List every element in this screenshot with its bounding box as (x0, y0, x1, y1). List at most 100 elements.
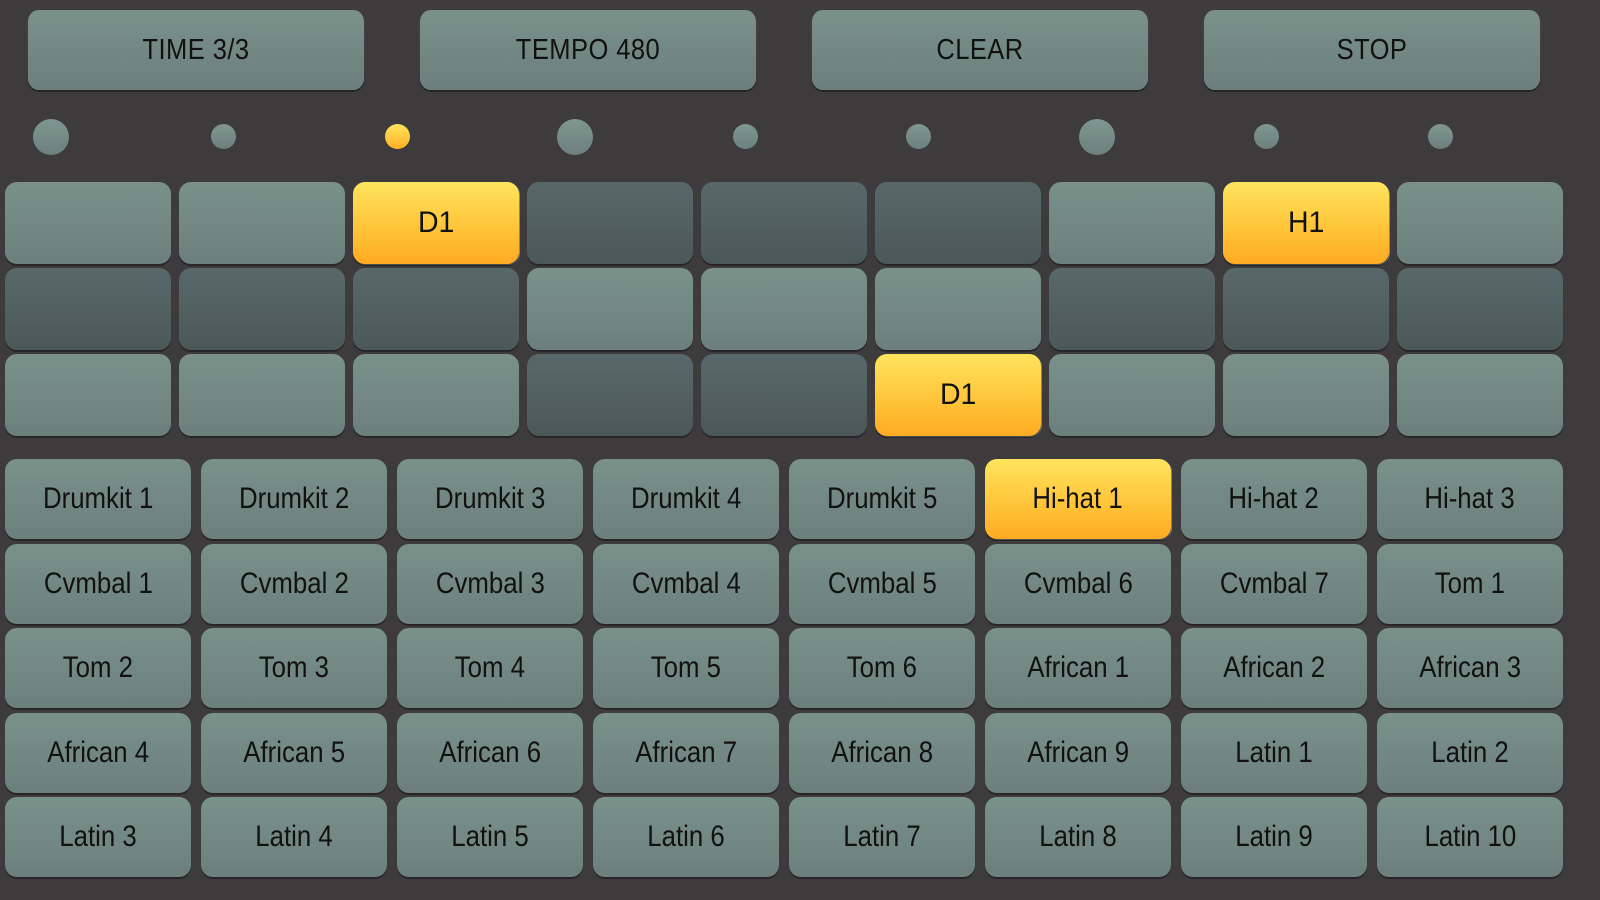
step-pad-label: D1 (417, 206, 455, 239)
instrument-label: Tom 3 (258, 651, 330, 684)
time-signature-button[interactable]: TIME 3/3 (27, 10, 365, 90)
instrument-button[interactable]: Hi-hat 2 (1181, 459, 1367, 539)
step-pad[interactable] (1049, 354, 1215, 436)
instrument-button[interactable]: Latin 3 (5, 797, 191, 877)
instrument-button[interactable]: African 2 (1181, 628, 1367, 708)
step-pad[interactable] (1049, 268, 1215, 350)
step-pad[interactable] (353, 268, 519, 350)
step-pad[interactable] (353, 354, 519, 436)
instrument-label: Latin 10 (1424, 820, 1516, 853)
instrument-button[interactable]: African 7 (593, 713, 779, 793)
instrument-button[interactable]: Latin 2 (1377, 713, 1563, 793)
instrument-button[interactable]: Latin 1 (1181, 713, 1367, 793)
instrument-label: Latin 6 (647, 820, 725, 853)
instrument-button[interactable]: Drumkit 4 (593, 459, 779, 539)
instrument-label: Cvmbal 5 (827, 567, 937, 600)
step-pad[interactable] (527, 354, 693, 436)
instrument-button[interactable]: Latin 10 (1377, 797, 1563, 877)
instrument-label: Cvmbal 6 (1023, 567, 1133, 600)
instrument-label: Cvmbal 7 (1219, 567, 1329, 600)
instrument-button[interactable]: Cvmbal 1 (5, 544, 191, 624)
instrument-label: Hi-hat 2 (1228, 482, 1320, 515)
instrument-button[interactable]: Hi-hat 1 (985, 459, 1171, 539)
instrument-button[interactable]: Cvmbal 2 (201, 544, 387, 624)
step-pad[interactable] (5, 182, 171, 264)
instrument-button[interactable]: Tom 4 (397, 628, 583, 708)
step-pad[interactable] (5, 354, 171, 436)
instrument-button[interactable]: Latin 7 (789, 797, 975, 877)
instrument-button[interactable]: Hi-hat 3 (1377, 459, 1563, 539)
instrument-button[interactable]: African 9 (985, 713, 1171, 793)
instrument-label: Latin 2 (1431, 736, 1509, 769)
instrument-button[interactable]: Drumkit 1 (5, 459, 191, 539)
instrument-button[interactable]: Cvmbal 5 (789, 544, 975, 624)
instrument-button[interactable]: Tom 3 (201, 628, 387, 708)
instrument-label: Hi-hat 3 (1424, 482, 1516, 515)
beat-dot-accent (1079, 119, 1115, 155)
step-pad[interactable]: D1 (875, 354, 1041, 436)
instrument-label: African 6 (439, 736, 541, 769)
instrument-button[interactable]: Latin 9 (1181, 797, 1367, 877)
step-pad[interactable] (527, 268, 693, 350)
beat-dot-current (384, 124, 410, 149)
instrument-button[interactable]: Cvmbal 6 (985, 544, 1171, 624)
instrument-button[interactable]: African 5 (201, 713, 387, 793)
instrument-button[interactable]: Tom 6 (789, 628, 975, 708)
instrument-label: Drumkit 1 (42, 482, 154, 515)
instrument-label: Latin 3 (59, 820, 137, 853)
instrument-button[interactable]: Cvmbal 7 (1181, 544, 1367, 624)
step-pad[interactable] (1049, 182, 1215, 264)
instrument-button[interactable]: Latin 6 (593, 797, 779, 877)
beat-dot (1427, 124, 1453, 149)
instrument-label: Tom 2 (62, 651, 134, 684)
step-pad[interactable] (701, 182, 867, 264)
step-pad[interactable] (1397, 354, 1563, 436)
instrument-label: African 4 (47, 736, 149, 769)
instrument-button[interactable]: African 1 (985, 628, 1171, 708)
instrument-label: African 5 (243, 736, 345, 769)
instrument-button[interactable]: African 3 (1377, 628, 1563, 708)
instrument-label: Cvmbal 3 (435, 567, 545, 600)
step-pad[interactable] (875, 268, 1041, 350)
instrument-button[interactable]: Cvmbal 3 (397, 544, 583, 624)
instrument-button[interactable]: Tom 1 (1377, 544, 1563, 624)
drum-machine-app: TIME 3/3 TEMPO 480 CLEAR STOP D1 H1 D1 Dru… (0, 0, 1600, 900)
instrument-button[interactable]: Tom 2 (5, 628, 191, 708)
instrument-button[interactable]: Drumkit 3 (397, 459, 583, 539)
beat-dot (905, 124, 931, 149)
instrument-button[interactable]: African 8 (789, 713, 975, 793)
instrument-label: Tom 4 (454, 651, 526, 684)
step-pad[interactable] (1223, 268, 1389, 350)
tempo-button[interactable]: TEMPO 480 (419, 10, 757, 90)
step-pad[interactable] (1223, 354, 1389, 436)
step-pad[interactable] (1397, 268, 1563, 350)
instrument-label: Latin 8 (1039, 820, 1117, 853)
instrument-label: Latin 5 (451, 820, 529, 853)
instrument-button[interactable]: Latin 8 (985, 797, 1171, 877)
instrument-button[interactable]: Latin 5 (397, 797, 583, 877)
instrument-button[interactable]: Latin 4 (201, 797, 387, 877)
instrument-button[interactable]: Drumkit 5 (789, 459, 975, 539)
instrument-button[interactable]: African 6 (397, 713, 583, 793)
instrument-label: Latin 9 (1235, 820, 1313, 853)
step-pad[interactable] (701, 268, 867, 350)
instrument-button[interactable]: Drumkit 2 (201, 459, 387, 539)
stop-button[interactable]: STOP (1203, 10, 1541, 90)
step-pad[interactable] (179, 182, 345, 264)
instrument-label: Cvmbal 4 (631, 567, 741, 600)
step-pad[interactable] (179, 268, 345, 350)
instrument-label: African 8 (831, 736, 933, 769)
instrument-button[interactable]: Tom 5 (593, 628, 779, 708)
clear-button[interactable]: CLEAR (811, 10, 1149, 90)
step-pad[interactable] (701, 354, 867, 436)
step-pad[interactable] (527, 182, 693, 264)
instrument-button[interactable]: Cvmbal 4 (593, 544, 779, 624)
step-pad[interactable] (179, 354, 345, 436)
instrument-button[interactable]: African 4 (5, 713, 191, 793)
step-pad[interactable]: H1 (1223, 182, 1389, 264)
step-pad[interactable] (1397, 182, 1563, 264)
step-pad[interactable] (5, 268, 171, 350)
step-pad[interactable]: D1 (353, 182, 519, 264)
tempo-label: TEMPO 480 (515, 33, 661, 66)
step-pad[interactable] (875, 182, 1041, 264)
